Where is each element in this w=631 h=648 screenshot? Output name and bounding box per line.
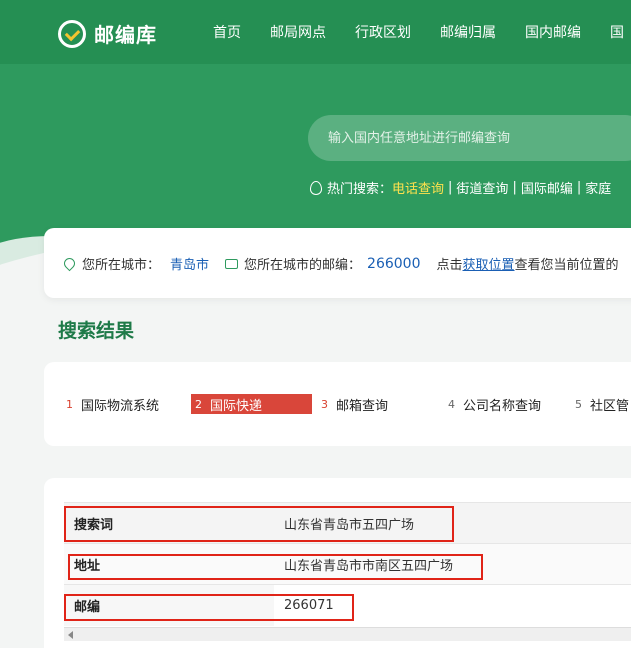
tab-email-query[interactable]: 3 邮箱查询	[321, 394, 388, 414]
tab-number: 3	[321, 397, 328, 411]
table-row: 地址 山东省青岛市市南区五四广场	[64, 543, 631, 585]
table-row: 搜索词 山东省青岛市五四广场	[64, 502, 631, 544]
site-logo[interactable]: 邮编库	[58, 19, 157, 48]
row-key: 邮编	[64, 584, 274, 626]
hot-search-label: 热门搜索：	[327, 182, 393, 197]
row-key: 搜索词	[64, 502, 274, 544]
hot-search-intl-zip-link[interactable]: 国际邮编	[521, 178, 573, 197]
nav-item-zip-ownership[interactable]: 邮编归属	[440, 22, 496, 42]
tab-company-query[interactable]: 4 公司名称查询	[448, 394, 541, 414]
tab-label: 国际快递	[210, 398, 263, 414]
search-box	[308, 115, 631, 161]
city-zip[interactable]: 266000	[367, 256, 420, 272]
divider: |	[448, 180, 453, 195]
result-table: 搜索词 山东省青岛市五四广场 地址 山东省青岛市市南区五四广场 邮编 26607…	[64, 502, 631, 626]
tab-number: 2	[195, 397, 202, 411]
logo-text: 邮编库	[94, 23, 157, 47]
hot-search-street-link[interactable]: 街道查询	[456, 178, 508, 197]
location-hint-prefix: 点击	[436, 258, 463, 273]
location-hint-suffix: 查看您当前位置的	[514, 258, 619, 273]
search-input[interactable]	[308, 115, 631, 161]
tab-label: 社区管	[590, 398, 630, 414]
city-info-row: 您所在城市： 青岛市 您所在城市的邮编： 266000 点击 获取位置 查看您当…	[61, 254, 619, 273]
mail-icon	[225, 258, 239, 269]
logo-mail-icon	[58, 19, 86, 48]
nav-item-domestic-zip[interactable]: 国内邮编	[525, 22, 581, 42]
tab-label: 国际物流系统	[81, 398, 160, 414]
top-navbar: 邮编库 首页 邮局网点 行政区划 邮编归属 国内邮编 国	[0, 0, 631, 64]
tab-intl-express[interactable]: 2 国际快递	[191, 394, 313, 414]
tab-label: 公司名称查询	[463, 398, 542, 414]
zip-result-link[interactable]: 266071	[274, 584, 631, 626]
table-row: 邮编 266071	[64, 584, 631, 626]
scroll-left-arrow-icon[interactable]	[68, 631, 73, 639]
row-value: 山东省青岛市五四广场	[274, 502, 631, 544]
zip-label: 您所在城市的邮编：	[244, 258, 362, 273]
city-info-card: 您所在城市： 青岛市 您所在城市的邮编： 266000 点击 获取位置 查看您当…	[44, 228, 631, 298]
nav-item-post-offices[interactable]: 邮局网点	[270, 22, 326, 42]
tab-community[interactable]: 5 社区管	[575, 394, 629, 414]
related-tabs-card: 1 国际物流系统 2 国际快递 3 邮箱查询 4 公司名称查询 5 社区管	[44, 362, 631, 446]
row-value: 山东省青岛市市南区五四广场	[274, 543, 631, 585]
nav-item-admin-divisions[interactable]: 行政区划	[355, 22, 411, 42]
city-name[interactable]: 青岛市	[170, 254, 209, 273]
row-key: 地址	[64, 543, 274, 585]
tab-number: 4	[448, 397, 455, 411]
tab-intl-logistics[interactable]: 1 国际物流系统	[66, 394, 159, 414]
hot-search-bar: 热门搜索： 电话查询 | 街道查询 | 国际邮编 | 家庭	[310, 178, 611, 197]
tab-label: 邮箱查询	[336, 398, 389, 414]
tab-number: 5	[575, 397, 582, 411]
hot-search-home-link[interactable]: 家庭	[585, 178, 611, 197]
location-pin-icon	[61, 255, 78, 272]
fire-icon	[310, 180, 322, 195]
nav-item-international[interactable]: 国	[610, 22, 624, 42]
hot-search-phone-link[interactable]: 电话查询	[392, 178, 444, 197]
result-card: 搜索词 山东省青岛市五四广场 地址 山东省青岛市市南区五四广场 邮编 26607…	[44, 478, 631, 648]
divider: |	[576, 180, 582, 195]
tab-number: 1	[66, 397, 73, 411]
get-location-link[interactable]: 获取位置	[463, 254, 515, 273]
nav-item-home[interactable]: 首页	[213, 22, 241, 42]
city-label: 您所在城市：	[82, 258, 161, 273]
divider: |	[512, 180, 517, 195]
main-nav: 首页 邮局网点 行政区划 邮编归属 国内邮编 国	[213, 0, 631, 64]
horizontal-scrollbar[interactable]	[64, 627, 631, 641]
section-title: 搜索结果	[58, 320, 135, 342]
